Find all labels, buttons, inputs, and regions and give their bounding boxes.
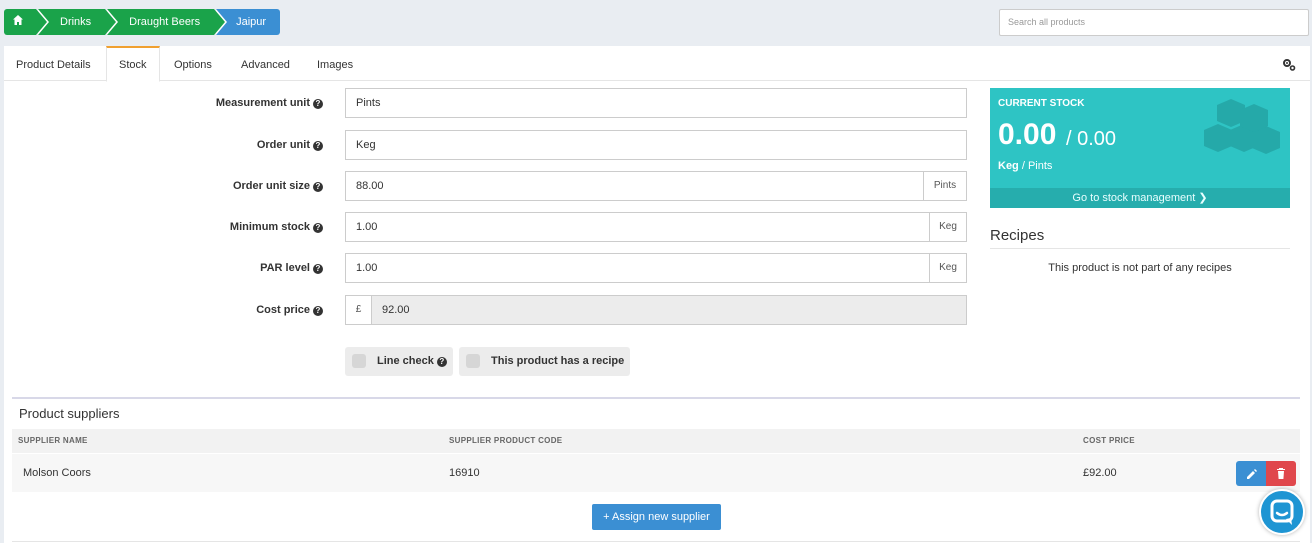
recipes-empty-text: This product is not part of any recipes	[1048, 262, 1232, 274]
col-supplier-name: SUPPLIER NAME	[18, 436, 88, 445]
cost-price-field: 92.00	[371, 295, 967, 325]
supplier-cost: £92.00	[1083, 467, 1117, 479]
label-cost-price: Cost price?	[256, 295, 323, 325]
stock-total: / 0.00	[1066, 128, 1117, 150]
row-par-level: PAR level? 1.00 Keg	[4, 253, 967, 283]
bottom-divider	[12, 541, 1300, 542]
edit-supplier-button[interactable]	[1236, 461, 1266, 486]
current-stock-card: CURRENT STOCK 0.00 / 0.00 Keg / Pints Go…	[990, 88, 1290, 208]
help-icon[interactable]: ?	[313, 182, 323, 192]
has-recipe-checkbox[interactable]	[466, 354, 480, 368]
breadcrumb-home[interactable]	[4, 9, 49, 35]
par-level-addon: Keg	[929, 253, 967, 283]
section-divider	[12, 397, 1300, 399]
support-chat-button[interactable]	[1259, 489, 1305, 535]
supplier-code: 16910	[449, 467, 480, 479]
product-panel: Product Details Stock Options Advanced I…	[4, 46, 1310, 543]
settings-gears-icon[interactable]	[1282, 58, 1296, 72]
par-level-field[interactable]: 1.00	[345, 253, 930, 283]
breadcrumb: Drinks Draught Beers Jaipur	[4, 9, 282, 35]
cubes-icon	[1204, 99, 1280, 154]
minimum-stock-addon: Keg	[929, 212, 967, 242]
tab-product-details[interactable]: Product Details	[4, 46, 103, 81]
order-unit-size-field[interactable]: 88.00	[345, 171, 924, 201]
label-order-unit: Order unit?	[257, 130, 323, 160]
help-icon[interactable]: ?	[313, 223, 323, 233]
suppliers-heading: Product suppliers	[19, 406, 120, 421]
row-cost-price: Cost price? £ 92.00	[4, 295, 967, 325]
recipes-heading: Recipes	[990, 227, 1290, 249]
stock-title: CURRENT STOCK	[998, 98, 1085, 109]
has-recipe-toggle[interactable]: This product has a recipe	[459, 347, 631, 376]
pencil-icon	[1247, 469, 1257, 479]
help-icon[interactable]: ?	[313, 306, 323, 316]
search-input[interactable]: Search all products	[999, 9, 1309, 36]
breadcrumb-draught-beers[interactable]: Draught Beers	[107, 9, 228, 35]
trash-icon	[1277, 468, 1285, 479]
row-order-unit: Order unit? Keg	[4, 130, 967, 160]
assign-supplier-button[interactable]: + Assign new supplier	[592, 504, 721, 530]
help-icon[interactable]: ?	[436, 357, 447, 367]
chat-bubble-icon	[1270, 499, 1294, 525]
line-check-toggle[interactable]: Line check?	[345, 347, 453, 376]
tab-bar: Product Details Stock Options Advanced I…	[4, 46, 1310, 82]
tab-options[interactable]: Options	[162, 46, 224, 81]
order-unit-size-addon: Pints	[923, 171, 967, 201]
line-check-checkbox[interactable]	[352, 354, 366, 368]
stock-management-link[interactable]: Go to stock management ❯	[990, 188, 1290, 208]
supplier-name: Molson Coors	[23, 467, 91, 479]
row-minimum-stock: Minimum stock? 1.00 Keg	[4, 212, 967, 242]
label-par-level: PAR level?	[260, 253, 323, 283]
label-measurement-unit: Measurement unit?	[216, 88, 323, 118]
col-supplier-code: SUPPLIER PRODUCT CODE	[449, 436, 563, 445]
help-icon[interactable]: ?	[313, 264, 323, 274]
tab-advanced[interactable]: Advanced	[229, 46, 302, 81]
suppliers-table-header: SUPPLIER NAME SUPPLIER PRODUCT CODE COST…	[12, 429, 1300, 453]
stock-units: Keg / Pints	[998, 160, 1053, 172]
tab-stock[interactable]: Stock	[106, 46, 160, 82]
help-icon[interactable]: ?	[313, 141, 323, 151]
order-unit-field[interactable]: Keg	[345, 130, 967, 160]
tab-images[interactable]: Images	[305, 46, 365, 81]
minimum-stock-field[interactable]: 1.00	[345, 212, 930, 242]
row-measurement-unit: Measurement unit? Pints	[4, 88, 967, 118]
row-order-unit-size: Order unit size? 88.00 Pints	[4, 171, 967, 201]
currency-addon: £	[345, 295, 372, 325]
col-cost-price: COST PRICE	[1083, 436, 1135, 445]
help-icon[interactable]: ?	[313, 99, 323, 109]
table-row: Molson Coors 16910 £92.00	[12, 454, 1300, 492]
label-order-unit-size: Order unit size?	[233, 171, 323, 201]
delete-supplier-button[interactable]	[1266, 461, 1296, 486]
label-minimum-stock: Minimum stock?	[230, 212, 323, 242]
stock-current: 0.00	[998, 118, 1057, 151]
home-icon	[13, 15, 23, 25]
measurement-unit-field[interactable]: Pints	[345, 88, 967, 118]
